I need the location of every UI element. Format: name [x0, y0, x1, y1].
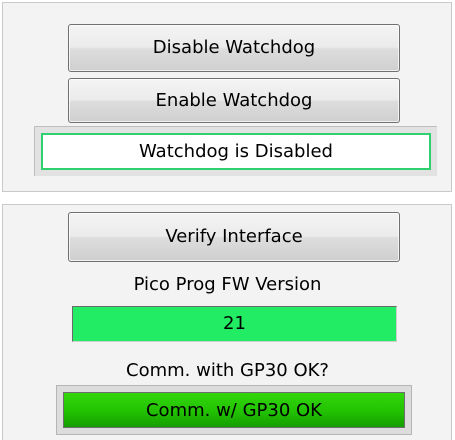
comm-status-frame: Comm. w/ GP30 OK	[56, 385, 412, 435]
fw-version-indicator: 21	[72, 306, 397, 342]
verify-interface-button[interactable]: Verify Interface	[68, 212, 400, 262]
fw-version-label: Pico Prog FW Version	[133, 274, 322, 295]
comm-check-label: Comm. with GP30 OK?	[126, 360, 329, 381]
watchdog-status-frame: Watchdog is Disabled	[34, 126, 437, 176]
enable-watchdog-button[interactable]: Enable Watchdog	[68, 78, 400, 123]
watchdog-status-indicator: Watchdog is Disabled	[41, 133, 431, 170]
disable-watchdog-button[interactable]: Disable Watchdog	[68, 24, 400, 72]
comm-status-indicator: Comm. w/ GP30 OK	[63, 392, 405, 428]
